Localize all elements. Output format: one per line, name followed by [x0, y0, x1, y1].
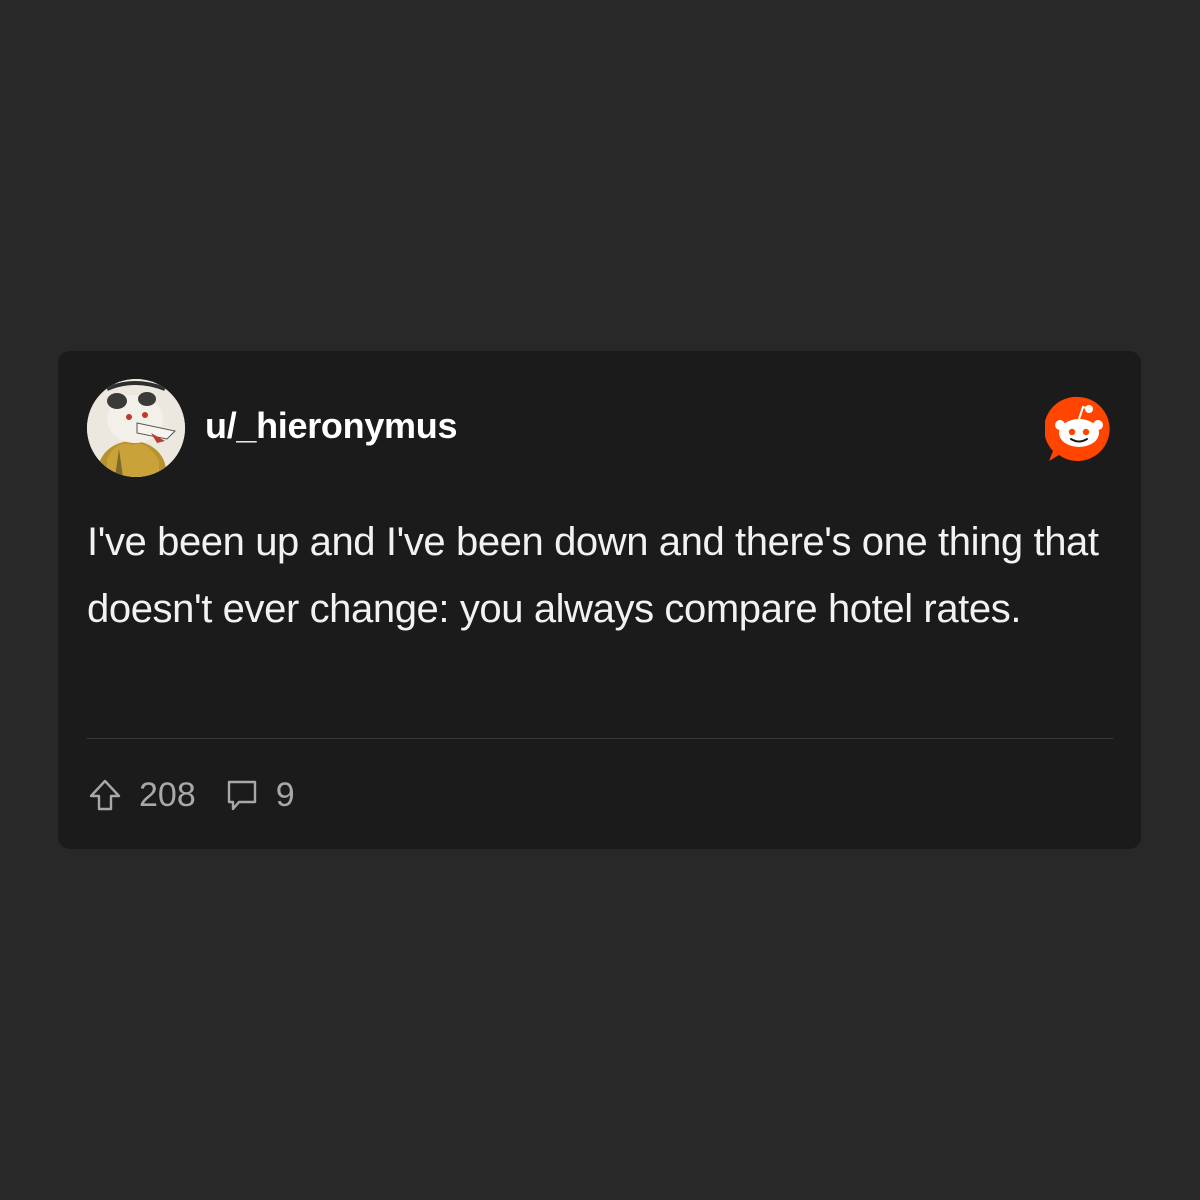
reddit-logo-icon [1044, 395, 1113, 463]
comment-count: 9 [275, 775, 295, 814]
upvote-count: 208 [139, 775, 196, 814]
opossum-avatar-icon [87, 379, 185, 477]
post-header: u/_hieronymus [87, 379, 1113, 479]
upvote-arrow-icon[interactable] [87, 777, 123, 813]
username[interactable]: u/_hieronymus [205, 405, 457, 447]
post-body: I've been up and I've been down and ther… [87, 520, 1099, 631]
divider [87, 738, 1113, 739]
avatar[interactable] [87, 379, 185, 477]
post-footer: 208 9 [87, 773, 323, 817]
post-card: u/_hieronymus I've been up and I've been… [58, 351, 1141, 849]
comment-bubble-icon[interactable] [224, 777, 260, 813]
